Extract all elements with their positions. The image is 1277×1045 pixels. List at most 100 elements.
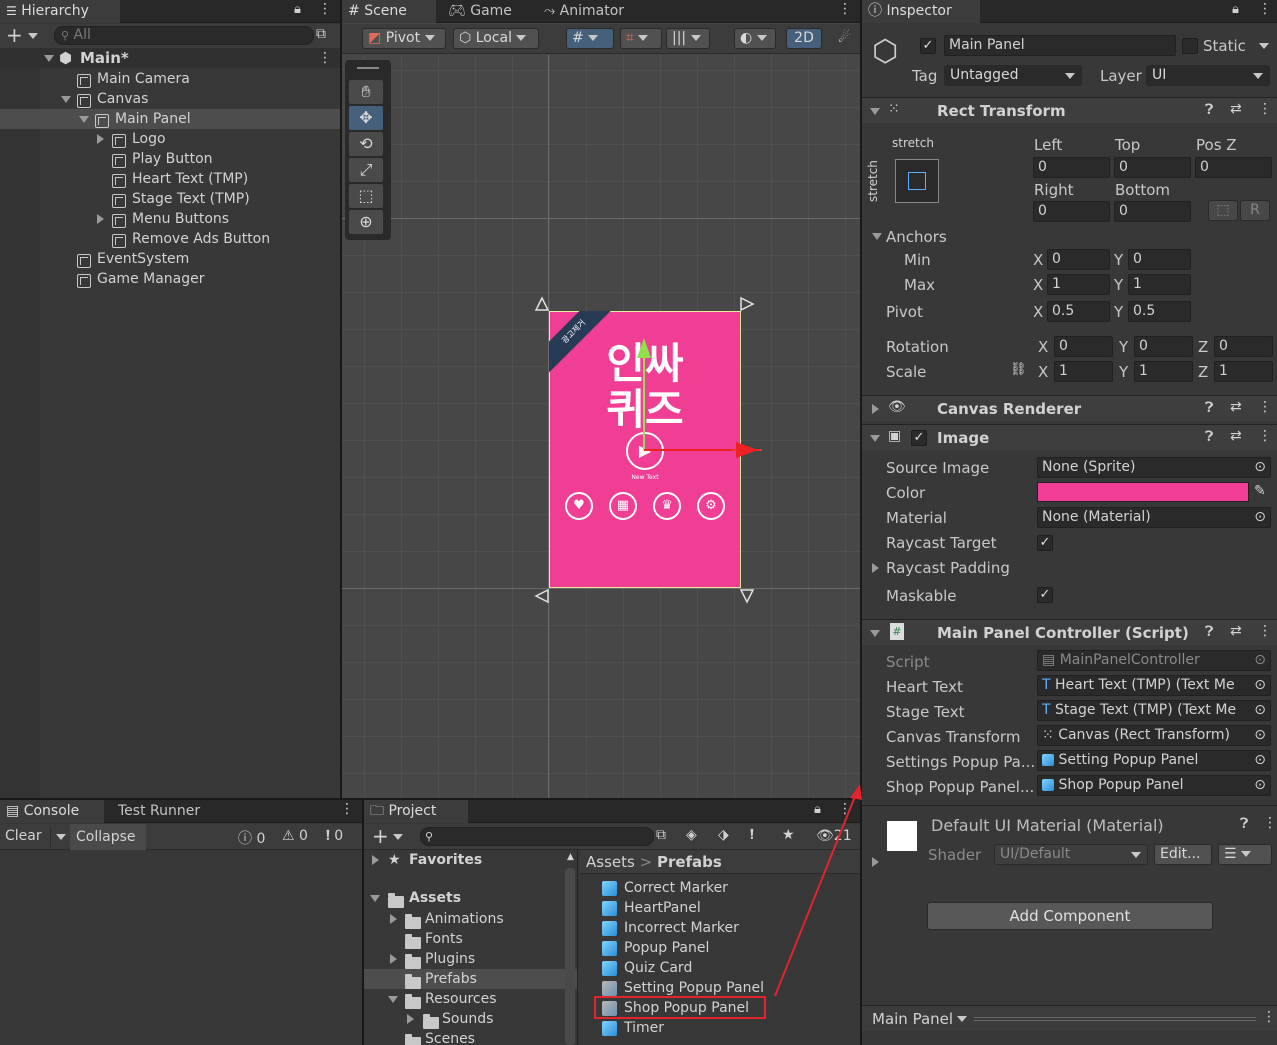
filter-label-icon[interactable]: ⬗ xyxy=(718,827,729,843)
add-component-button[interactable]: Add Component xyxy=(927,902,1213,930)
foldout-icon[interactable] xyxy=(44,55,54,62)
kebab-menu-icon[interactable]: ⋮ xyxy=(1262,1009,1276,1025)
breadcrumb-assets[interactable]: Assets xyxy=(586,853,635,871)
left-field[interactable]: 0 xyxy=(1033,157,1110,178)
canvas-renderer-header[interactable]: 👁︎ Canvas Renderer ❓︎ ⇄ ⋮ xyxy=(862,395,1277,421)
anchor-presets-button[interactable] xyxy=(895,159,939,203)
foldout-icon[interactable] xyxy=(370,895,380,902)
foldout-icon[interactable] xyxy=(872,233,882,240)
prefab-timer[interactable]: Timer xyxy=(580,1018,860,1038)
kebab-menu-icon[interactable]: ⋮ xyxy=(318,1,332,17)
add-icon[interactable]: + xyxy=(372,824,389,848)
hierarchy-item-eventsystem[interactable]: EventSystem xyxy=(0,249,340,269)
palette-handle[interactable] xyxy=(357,67,379,69)
pivot-y-field[interactable]: 0.5 xyxy=(1128,301,1191,322)
help-icon[interactable]: ❓︎ xyxy=(1240,816,1248,832)
scale-z-field[interactable]: 1 xyxy=(1214,361,1273,382)
image-enabled-checkbox[interactable]: ✓ xyxy=(911,430,927,446)
tab-game[interactable]: 🎮︎ Game xyxy=(442,0,518,23)
foldout-icon[interactable] xyxy=(872,404,879,414)
scene-visibility-icon[interactable]: ⧉ xyxy=(316,26,326,42)
grid-visibility-dropdown[interactable]: ||| xyxy=(666,28,710,49)
hand-tool-button[interactable]: ✋︎ xyxy=(349,80,383,104)
lock-icon[interactable]: 🔒︎ xyxy=(814,802,821,817)
settings-popup-field[interactable]: Setting Popup Panel ⊙ xyxy=(1037,750,1271,771)
folder-sounds[interactable]: Sounds xyxy=(364,1009,577,1029)
clear-button[interactable]: Clear xyxy=(5,828,42,844)
hierarchy-item-main-camera[interactable]: Main Camera xyxy=(0,69,340,89)
object-picker-icon[interactable]: ⊙ xyxy=(1254,776,1266,795)
scale-x-field[interactable]: 1 xyxy=(1054,361,1113,382)
breadcrumb-prefabs[interactable]: Prefabs xyxy=(657,853,722,871)
hierarchy-item-stage-text[interactable]: Stage Text (TMP) xyxy=(0,189,340,209)
folder-resources[interactable]: Resources xyxy=(364,989,577,1009)
transform-tool-button[interactable]: ⊕ xyxy=(349,210,383,234)
kebab-menu-icon[interactable]: ⋮ xyxy=(1258,399,1272,415)
active-checkbox[interactable]: ✓ xyxy=(920,38,936,54)
add-icon[interactable]: + xyxy=(6,24,23,46)
object-picker-icon[interactable]: ⊙ xyxy=(1254,726,1266,745)
rotation-x-field[interactable]: 0 xyxy=(1054,336,1113,357)
visibility-count[interactable]: 👁︎21 xyxy=(816,828,852,844)
foldout-icon[interactable] xyxy=(390,914,397,924)
lock-icon[interactable]: 🔒︎ xyxy=(1232,2,1239,17)
tab-scene[interactable]: # Scene xyxy=(342,0,436,23)
object-picker-icon[interactable]: ⊙ xyxy=(1254,676,1266,695)
kebab-menu-icon[interactable]: ⋮ xyxy=(1258,428,1272,444)
right-field[interactable]: 0 xyxy=(1033,201,1110,222)
tab-hierarchy[interactable]: ☰ Hierarchy xyxy=(0,0,120,23)
kebab-menu-icon[interactable]: ⋮ xyxy=(838,801,852,817)
eyedropper-icon[interactable]: ✎ xyxy=(1254,483,1266,499)
tab-inspector[interactable]: ⓘ Inspector xyxy=(862,0,980,23)
rect-transform-header[interactable]: ⁙ Rect Transform ❓︎ ⇄ ⋮ xyxy=(862,97,1277,123)
tab-test-runner[interactable]: Test Runner xyxy=(112,800,206,823)
clear-options-dropdown[interactable] xyxy=(50,827,68,847)
anchor-min-x-field[interactable]: 0 xyxy=(1047,249,1110,270)
kebab-menu-icon[interactable]: ⋮ xyxy=(1263,815,1277,831)
kebab-menu-icon[interactable]: ⋮ xyxy=(340,801,354,817)
chevron-down-icon[interactable] xyxy=(28,33,38,39)
foldout-icon[interactable] xyxy=(61,96,71,103)
foldout-icon[interactable] xyxy=(872,857,879,867)
help-icon[interactable]: ❓︎ xyxy=(1205,429,1213,445)
top-field[interactable]: 0 xyxy=(1114,157,1191,178)
presets-icon[interactable]: ⇄ xyxy=(1230,623,1242,639)
folder-scenes[interactable]: Scenes xyxy=(364,1029,577,1045)
foldout-icon[interactable] xyxy=(372,855,379,865)
warning-count-toggle[interactable]: ⚠ 0 xyxy=(282,828,308,844)
favorite-star-icon[interactable]: ★ xyxy=(782,827,795,843)
folder-plugins[interactable]: Plugins xyxy=(364,949,577,969)
assets-row[interactable]: Assets xyxy=(364,888,577,908)
prefab-popup-panel[interactable]: Popup Panel xyxy=(580,938,860,958)
hierarchy-item-game-manager[interactable]: Game Manager xyxy=(0,269,340,289)
rotate-tool-button[interactable]: ⟲ xyxy=(349,132,383,156)
project-search-input[interactable]: ⚲ xyxy=(420,827,654,846)
folder-prefabs[interactable]: Prefabs xyxy=(364,969,577,989)
tag-dropdown[interactable]: Untagged xyxy=(944,65,1082,86)
hierarchy-item-play-button[interactable]: Play Button xyxy=(0,149,340,169)
move-tool-button[interactable]: ✥ xyxy=(349,106,383,130)
scroll-up-icon[interactable]: ▲ xyxy=(567,852,574,862)
folder-fonts[interactable]: Fonts xyxy=(364,929,577,949)
tab-project[interactable]: 🗀︎ Project xyxy=(364,800,468,823)
tab-animator[interactable]: ⤳ Animator xyxy=(538,0,630,23)
source-image-field[interactable]: None (Sprite) ⊙ xyxy=(1037,457,1271,478)
pivot-x-field[interactable]: 0.5 xyxy=(1047,301,1110,322)
foldout-icon[interactable] xyxy=(388,996,398,1003)
scale-y-field[interactable]: 1 xyxy=(1134,361,1193,382)
prefab-setting-popup-panel[interactable]: Setting Popup Panel xyxy=(580,978,860,998)
posz-field[interactable]: 0 xyxy=(1195,157,1272,178)
anchor-max-y-field[interactable]: 1 xyxy=(1128,274,1191,295)
help-icon[interactable]: ❓︎ xyxy=(1205,624,1213,640)
kebab-menu-icon[interactable]: ⋮ xyxy=(318,48,332,68)
hierarchy-item-menu-buttons[interactable]: Menu Buttons xyxy=(0,209,340,229)
rect-tool-button[interactable]: ⬚ xyxy=(349,184,383,208)
chevron-down-icon[interactable] xyxy=(957,1016,967,1022)
grid-snap-toggle[interactable]: # xyxy=(566,28,614,49)
prefab-heartpanel[interactable]: HeartPanel xyxy=(580,898,860,918)
local-dropdown[interactable]: ⬡ Local xyxy=(453,28,539,49)
presets-icon[interactable]: ⇄ xyxy=(1230,399,1242,415)
hierarchy-item-remove-ads-button[interactable]: Remove Ads Button xyxy=(0,229,340,249)
object-picker-icon[interactable]: ⊙ xyxy=(1254,508,1266,527)
stage-text-field[interactable]: T Stage Text (TMP) (Text Me ⊙ xyxy=(1037,700,1271,721)
